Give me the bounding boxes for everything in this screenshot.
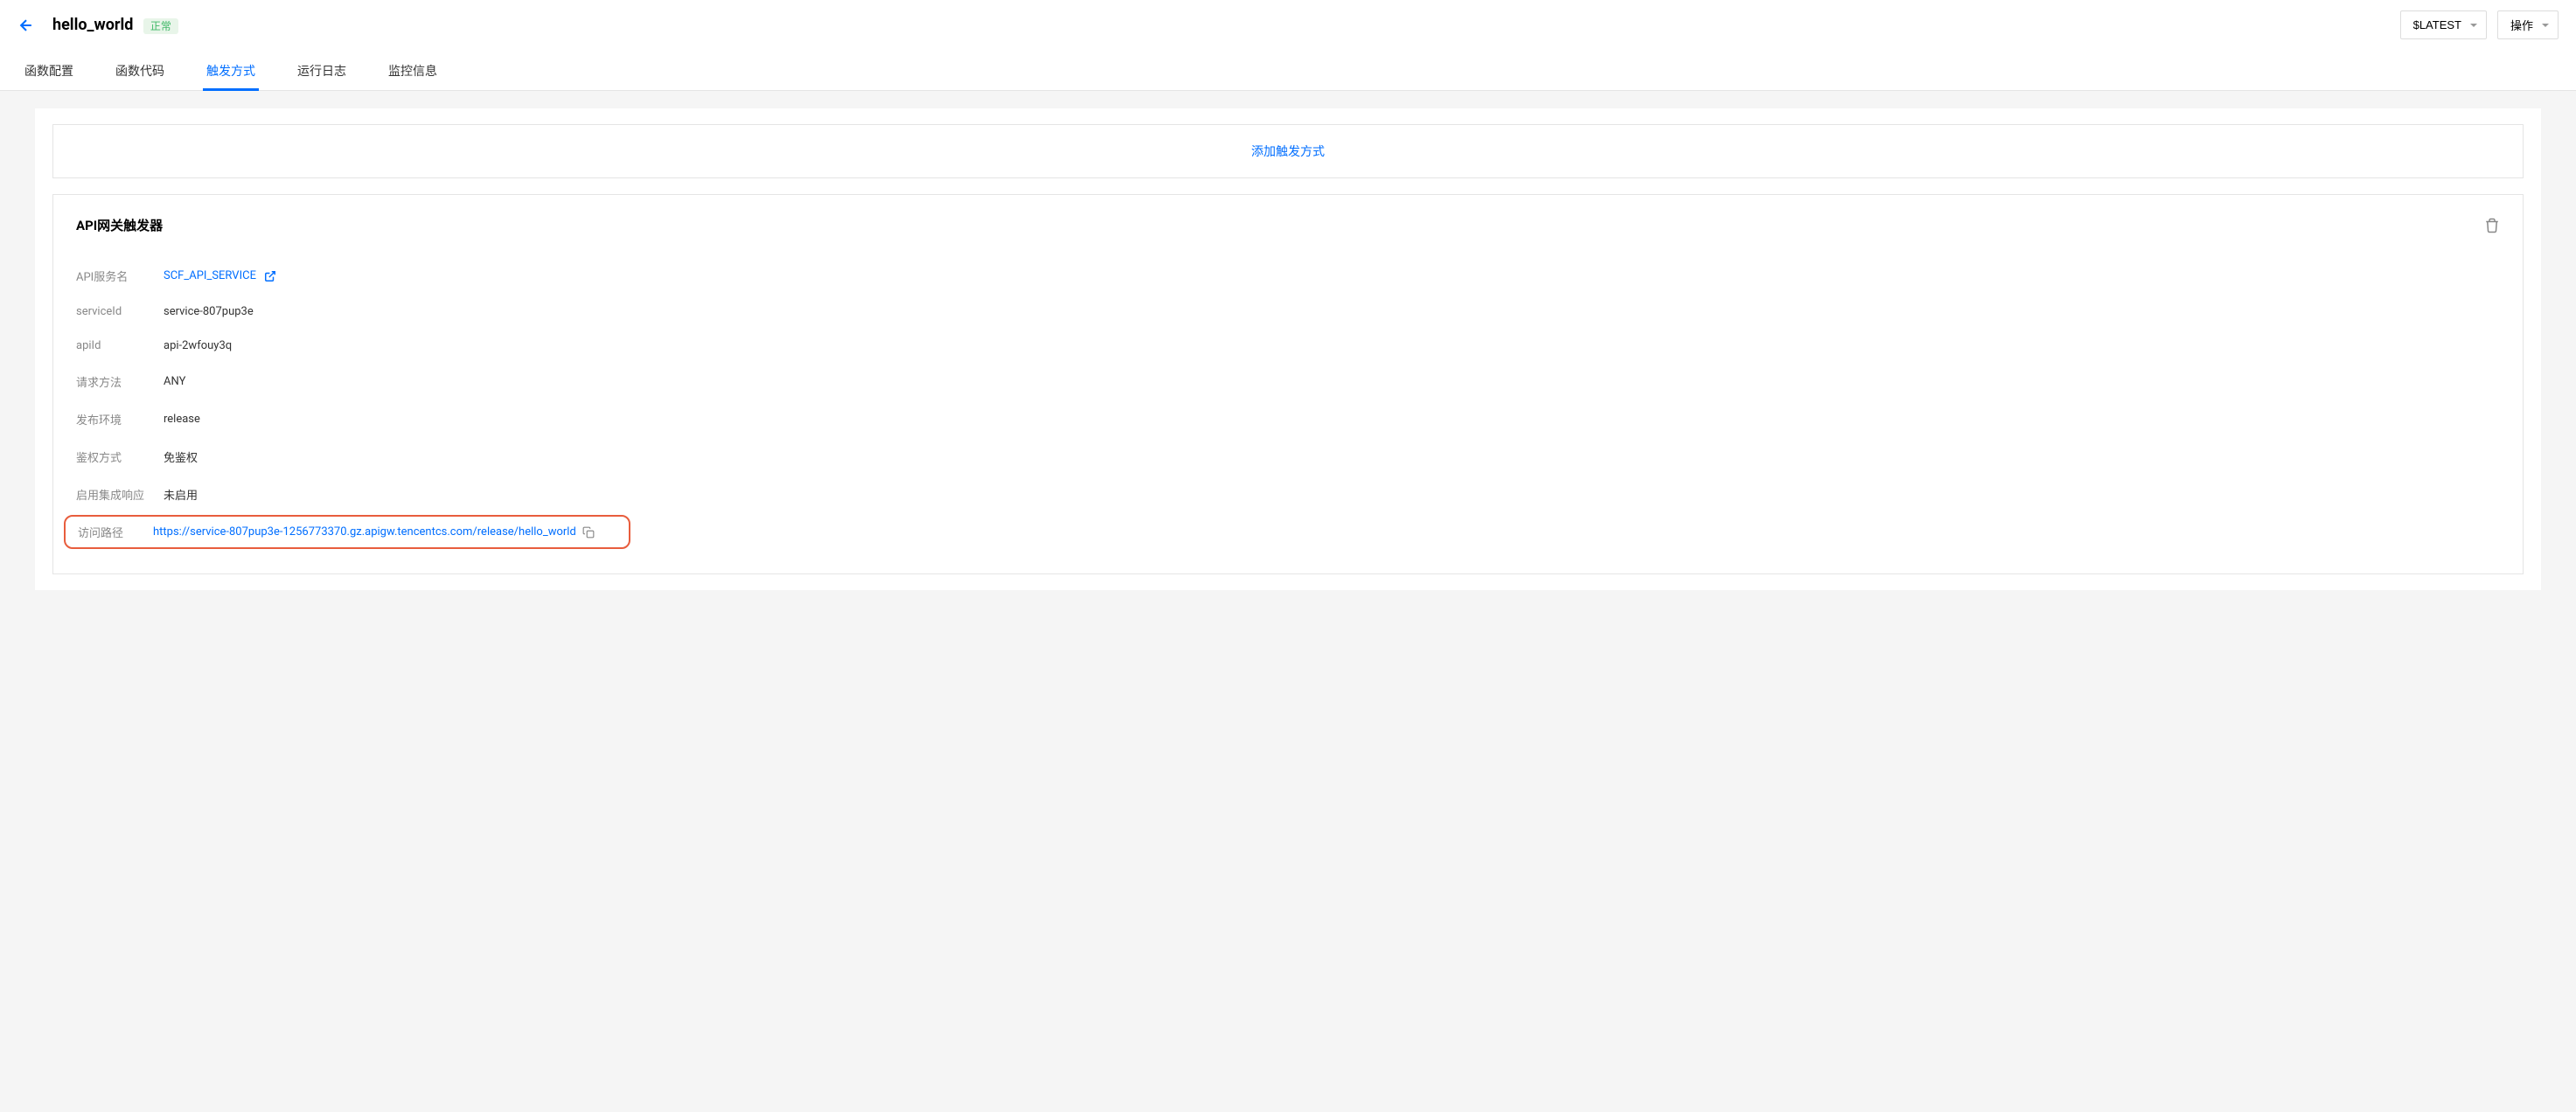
back-arrow-icon[interactable] [17, 17, 35, 34]
field-label: 启用集成响应 [76, 486, 164, 503]
status-badge: 正常 [143, 18, 178, 34]
tab-triggers[interactable]: 触发方式 [203, 53, 259, 91]
field-value: https://service-807pup3e-1256773370.gz.a… [153, 525, 595, 539]
field-label: 发布环境 [76, 411, 164, 427]
field-value: 免鉴权 [164, 448, 198, 465]
api-service-link[interactable]: SCF_API_SERVICE [164, 269, 256, 282]
field-access-path-highlight: 访问路径 https://service-807pup3e-1256773370… [64, 515, 630, 549]
field-service-id: serviceId service-807pup3e [76, 295, 2500, 329]
copy-icon[interactable] [582, 526, 595, 539]
title-left: hello_world 正常 [17, 16, 178, 34]
actions-dropdown[interactable]: 操作 [2497, 10, 2559, 39]
field-value: SCF_API_SERVICE [164, 269, 276, 282]
tab-logs[interactable]: 运行日志 [294, 53, 350, 91]
external-link-icon[interactable] [264, 270, 276, 282]
field-label: apiId [76, 339, 164, 352]
version-selector[interactable]: $LATEST [2400, 10, 2487, 39]
tab-function-code[interactable]: 函数代码 [112, 53, 168, 91]
page-title: hello_world [52, 16, 133, 34]
trigger-box: API网关触发器 API服务名 SCF_API_SERVICE serviceI… [52, 194, 2524, 574]
field-value: 未启用 [164, 486, 198, 503]
field-release-env: 发布环境 release [76, 400, 2500, 438]
field-integration-response: 启用集成响应 未启用 [76, 476, 2500, 513]
field-label: serviceId [76, 305, 164, 318]
field-label: API服务名 [76, 268, 164, 284]
field-request-method: 请求方法 ANY [76, 363, 2500, 400]
field-value: api-2wfouy3q [164, 339, 232, 352]
page-header: hello_world 正常 $LATEST 操作 函数配置 函数代码 触发方式… [0, 0, 2576, 91]
field-label: 请求方法 [76, 373, 164, 390]
tabs: 函数配置 函数代码 触发方式 运行日志 监控信息 [17, 53, 2559, 90]
field-label: 访问路径 [66, 524, 153, 540]
trigger-header: API网关触发器 [76, 216, 2500, 234]
tab-monitoring[interactable]: 监控信息 [385, 53, 441, 91]
add-trigger-button[interactable]: 添加触发方式 [52, 124, 2524, 178]
trash-icon[interactable] [2484, 218, 2500, 233]
main-card: 添加触发方式 API网关触发器 API服务名 SCF_API_SERVICE s… [35, 108, 2541, 590]
field-api-id: apiId api-2wfouy3q [76, 329, 2500, 363]
field-api-service-name: API服务名 SCF_API_SERVICE [76, 257, 2500, 295]
access-path-link[interactable]: https://service-807pup3e-1256773370.gz.a… [153, 525, 576, 539]
content-area: 添加触发方式 API网关触发器 API服务名 SCF_API_SERVICE s… [0, 91, 2576, 608]
field-auth-method: 鉴权方式 免鉴权 [76, 438, 2500, 476]
field-value: ANY [164, 375, 185, 388]
trigger-title: API网关触发器 [76, 216, 163, 234]
field-value: service-807pup3e [164, 305, 254, 318]
field-value: release [164, 413, 200, 426]
title-right: $LATEST 操作 [2400, 10, 2559, 39]
title-row: hello_world 正常 $LATEST 操作 [17, 10, 2559, 53]
tab-function-config[interactable]: 函数配置 [21, 53, 77, 91]
page-title-wrap: hello_world 正常 [52, 16, 178, 34]
field-label: 鉴权方式 [76, 448, 164, 465]
